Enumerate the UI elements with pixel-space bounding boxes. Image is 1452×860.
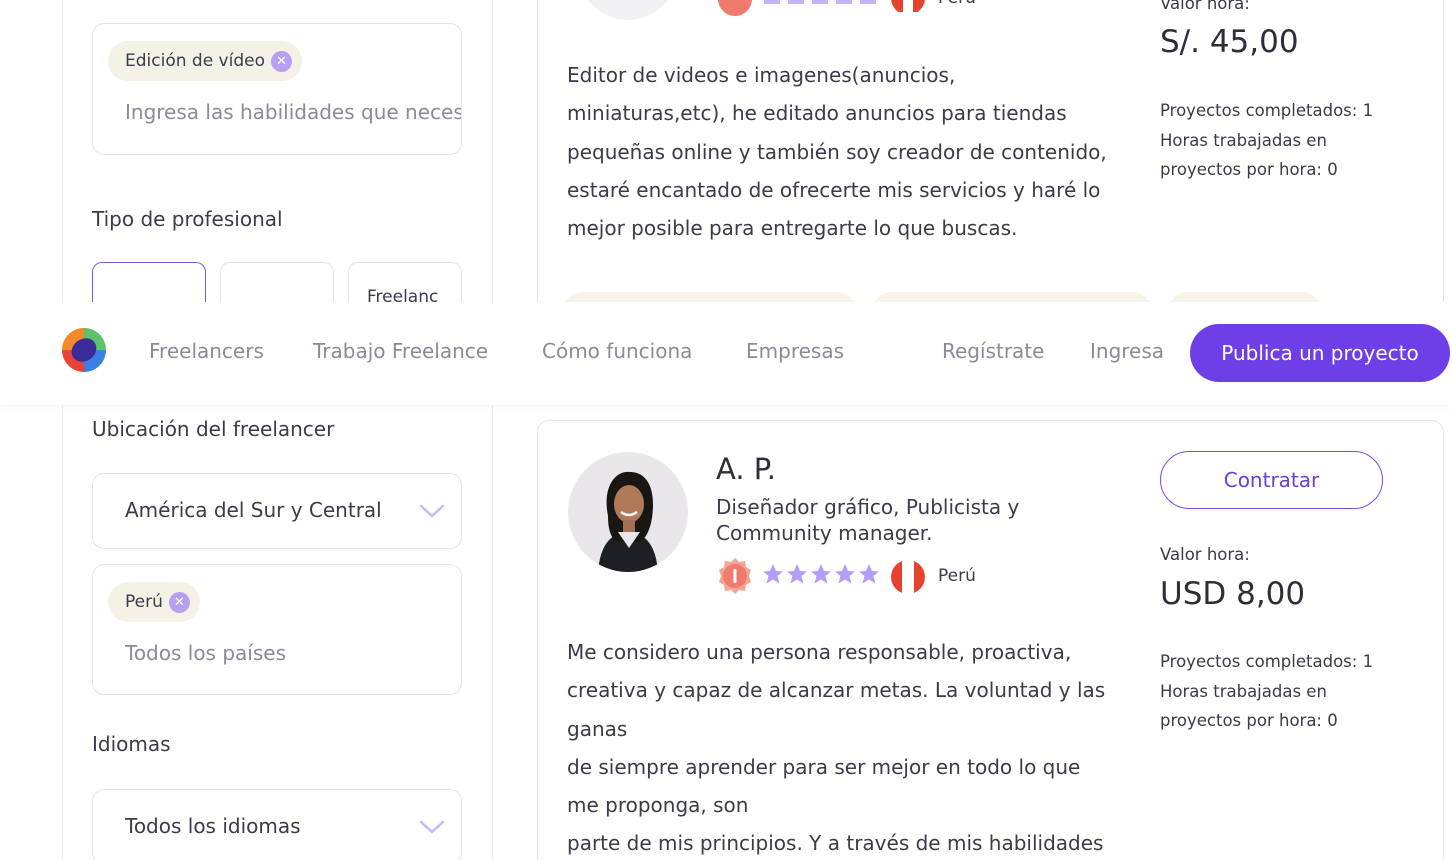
peru-flag-icon <box>891 0 925 12</box>
card2-stat-projects: Proyectos completados: 1 <box>1160 652 1374 671</box>
card1-desc-line: Editor de videos e imagenes(anuncios, <box>567 63 956 87</box>
country-input[interactable]: Todos los países <box>125 641 286 665</box>
card2-rate: USD 8,00 <box>1160 576 1306 612</box>
nav-empresas[interactable]: Empresas <box>746 339 844 363</box>
publish-project-button[interactable]: Publica un proyecto <box>1190 324 1450 382</box>
language-select-value: Todos los idiomas <box>125 814 301 838</box>
close-icon[interactable]: ✕ <box>168 591 190 613</box>
peru-flag-icon <box>891 560 925 594</box>
card2-rate-label: Valor hora: <box>1160 545 1250 564</box>
chevron-down-icon <box>419 820 445 834</box>
card2-desc-line: creativa y capaz de alcanzar metas. La v… <box>567 678 1106 703</box>
logo-icon[interactable] <box>61 327 107 373</box>
skills-input[interactable]: Ingresa las habilidades que necesit <box>125 100 461 124</box>
card1-description: Editor de videos e imagenes(anuncios, mi… <box>567 56 1107 247</box>
card2-stat-hourly: proyectos por hora: 0 <box>1160 711 1338 730</box>
card1-rate-label: Valor hora: <box>1160 0 1250 13</box>
professional-type-option-2[interactable] <box>220 262 334 304</box>
country-chip-label: Perú <box>125 592 163 612</box>
freelancer-name[interactable]: A. P. <box>716 452 776 486</box>
location-title: Ubicación del freelancer <box>92 417 335 441</box>
badge-icon <box>719 558 751 594</box>
professional-type-option-3[interactable]: Freelanc <box>348 262 462 304</box>
professional-type-option-1[interactable] <box>92 262 206 304</box>
card1-stat-projects: Proyectos completados: 1 <box>1160 101 1374 120</box>
region-select[interactable]: América del Sur y Central <box>92 473 462 549</box>
freelancer-title-line: Community manager. <box>716 521 933 545</box>
sidebar-right-border <box>492 0 493 860</box>
badge-icon <box>718 0 752 16</box>
skills-input-box[interactable]: Edición de vídeo ✕ Ingresa las habilidad… <box>92 23 462 155</box>
card2-desc-line: me proponga, son <box>567 793 749 818</box>
nav-register[interactable]: Regístrate <box>942 339 1044 363</box>
avatar <box>568 452 688 572</box>
card2-stat-hours: Horas trabajadas en <box>1160 681 1327 701</box>
card1-desc-line: mejor posible para entregarte lo que bus… <box>567 216 1018 241</box>
star-icon <box>764 0 876 4</box>
language-select[interactable]: Todos los idiomas <box>92 789 462 860</box>
chevron-down-icon <box>419 504 445 518</box>
card2-desc-line: ganas <box>567 716 628 741</box>
card1-stat-hours: Horas trabajadas en <box>1160 130 1327 150</box>
nav-freelancers[interactable]: Freelancers <box>149 339 264 363</box>
skill-chip: Edición de vídeo ✕ <box>108 41 302 81</box>
card1-stats: Proyectos completados: 1 Horas trabajada… <box>1160 96 1373 185</box>
hire-button[interactable]: Contratar <box>1160 451 1383 509</box>
region-select-value: América del Sur y Central <box>125 498 382 522</box>
country-chip: Perú ✕ <box>108 582 200 622</box>
nav-trabajo-freelance[interactable]: Trabajo Freelance <box>313 339 488 363</box>
star-icon <box>763 564 879 584</box>
card2-description: Me considero una persona responsable, pr… <box>567 633 1105 860</box>
freelancer-title: Diseñador gráfico, Publicista y Communit… <box>716 494 1019 546</box>
card1-country: Perú <box>938 0 976 8</box>
sidebar-left-border <box>62 0 63 860</box>
card2-desc-line: Me considero una persona responsable, pr… <box>567 640 1072 664</box>
freelancer-title-line: Diseñador gráfico, Publicista y <box>716 495 1020 519</box>
skill-chip-label: Edición de vídeo <box>125 51 265 71</box>
close-icon[interactable]: ✕ <box>271 50 292 72</box>
nav-como-funciona[interactable]: Cómo funciona <box>542 339 692 363</box>
card1-rate: S/. 45,00 <box>1160 24 1299 60</box>
languages-title: Idiomas <box>92 732 171 756</box>
card2-stats: Proyectos completados: 1 Horas trabajada… <box>1160 647 1373 736</box>
nav-login[interactable]: Ingresa <box>1090 339 1164 363</box>
card1-desc-line: estaré encantado de ofrecerte mis servic… <box>567 177 1101 202</box>
card2-desc-line: parte de mis principios. Y a través de m… <box>567 831 1104 856</box>
card1-desc-line: miniaturas,etc), he editado anuncios par… <box>567 101 1067 126</box>
card1-desc-line: pequeñas online y también soy creador de… <box>567 139 1107 164</box>
card2-country: Perú <box>938 566 976 586</box>
card2-desc-line: de siempre aprender para ser mejor en to… <box>567 754 1081 779</box>
professional-type-title: Tipo de profesional <box>92 207 283 231</box>
card1-stat-hourly: proyectos por hora: 0 <box>1160 160 1338 179</box>
country-input-box[interactable]: Perú ✕ Todos los países <box>92 564 462 695</box>
